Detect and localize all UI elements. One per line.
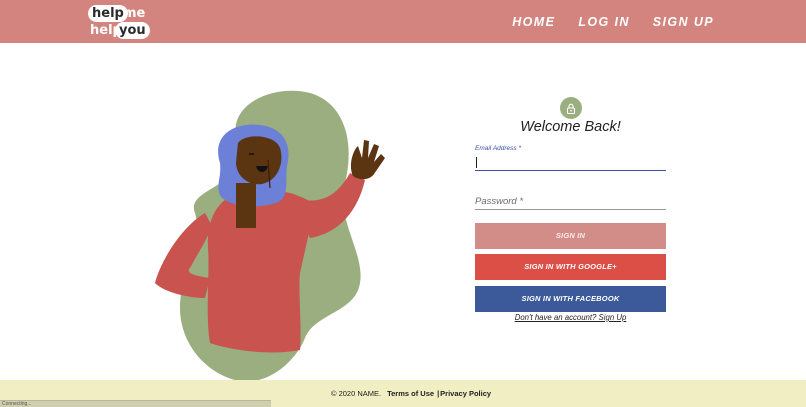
footer-separator: |: [437, 389, 440, 398]
logo-word-you: you: [115, 22, 150, 39]
facebook-sign-in-button[interactable]: SIGN IN WITH FACEBOOK: [475, 286, 666, 312]
privacy-policy-link[interactable]: Privacy Policy: [440, 389, 491, 398]
password-field[interactable]: [475, 193, 666, 210]
email-label: Email Address *: [475, 145, 521, 152]
browser-status-bar: Connecting...: [0, 400, 271, 407]
nav-signup-link[interactable]: SIGN UP: [653, 15, 714, 29]
welcome-title: Welcome Back!: [520, 119, 621, 135]
hair-bun-shape: [263, 143, 277, 157]
lock-icon: [560, 97, 582, 119]
copyright-text: © 2020 NAME.: [330, 389, 382, 398]
waving-woman-illustration: [155, 90, 385, 382]
terms-of-use-link[interactable]: Terms of Use: [387, 389, 434, 398]
google-sign-in-button[interactable]: SIGN IN WITH GOOGLE+: [475, 254, 666, 280]
top-navbar: help me help you HOME LOG IN SIGN UP: [0, 0, 806, 43]
nav-login-link[interactable]: LOG IN: [578, 15, 629, 29]
status-text: Connecting...: [2, 401, 32, 407]
signup-link[interactable]: Don't have an account? Sign Up: [475, 313, 666, 322]
help-me-help-you-logo[interactable]: help me help you: [88, 4, 150, 40]
neck-shape: [236, 183, 256, 228]
sign-in-button[interactable]: SIGN IN: [475, 223, 666, 249]
lock-icon-glyph: [566, 103, 576, 114]
logo-word-help: help: [88, 5, 128, 22]
waving-hand-shape: [350, 140, 385, 180]
text-caret: [476, 157, 477, 168]
nav-links: HOME LOG IN SIGN UP: [512, 0, 714, 43]
nav-home-link[interactable]: HOME: [512, 15, 555, 29]
email-field[interactable]: [475, 154, 666, 171]
logo-word-me: me: [123, 6, 146, 21]
